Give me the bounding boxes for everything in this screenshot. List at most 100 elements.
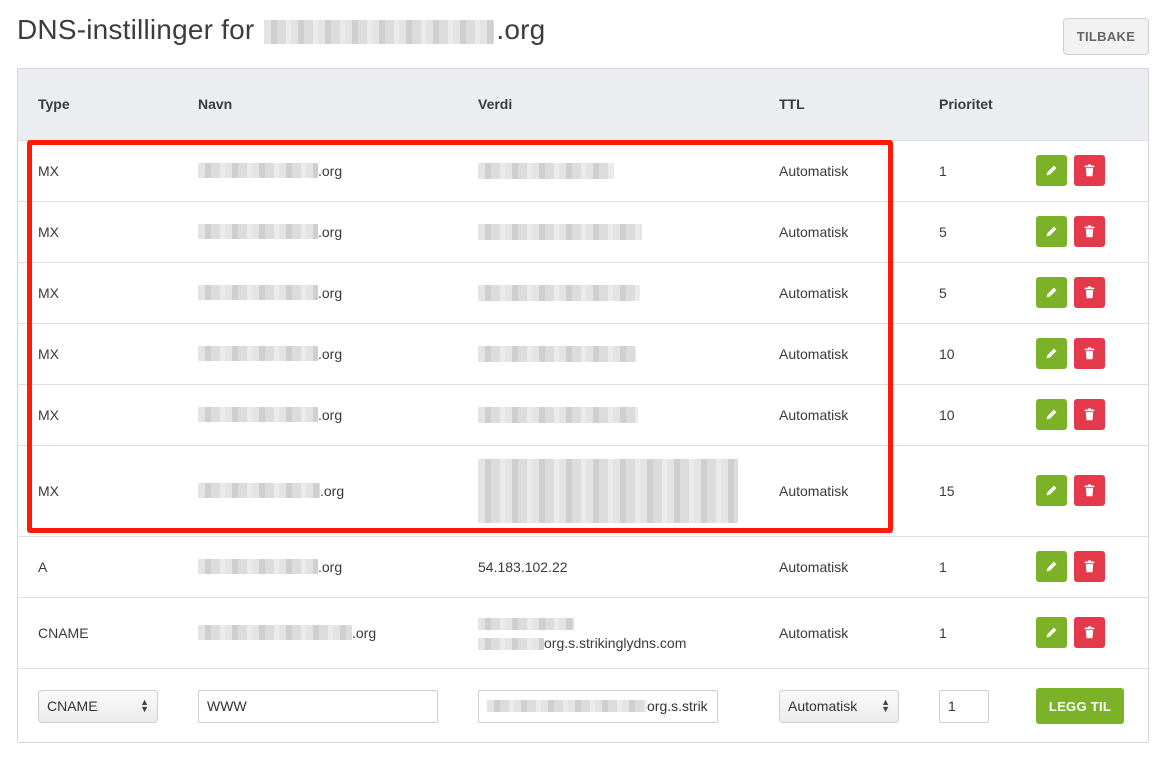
record-priority: 5: [919, 261, 1016, 323]
new-record-priority-input[interactable]: 1: [939, 689, 989, 723]
redacted-value: [478, 617, 574, 630]
record-ttl: Automatisk: [759, 444, 919, 536]
table-row: MX .org Automatisk 1: [18, 139, 1148, 201]
edit-button[interactable]: [1036, 399, 1067, 430]
redacted-value: [478, 285, 640, 302]
redacted-value: [478, 458, 738, 523]
trash-icon: [1084, 347, 1095, 360]
record-priority: 1: [919, 596, 1016, 668]
trash-icon: [1084, 626, 1095, 639]
table-row: MX .org Automatisk 10: [18, 322, 1148, 384]
delete-button[interactable]: [1074, 216, 1105, 247]
column-header-priority: Priorite­t: [939, 95, 993, 112]
record-value: org.s.strikinglydns.com: [478, 613, 759, 653]
redacted-name: [198, 224, 318, 239]
edit-button[interactable]: [1036, 551, 1067, 582]
table-row: MX .org Automatisk 15: [18, 444, 1148, 536]
page-title-suffix: .org: [496, 14, 546, 45]
column-header-ttl: TTL: [779, 96, 805, 113]
record-type: A: [18, 535, 178, 597]
redacted-name: [198, 483, 320, 498]
record-name: .org: [198, 407, 458, 423]
pencil-icon: [1046, 561, 1057, 572]
record-name: .org: [198, 625, 458, 641]
redacted-value: [478, 224, 642, 241]
redacted-value: [478, 407, 638, 424]
redacted-value: [478, 346, 636, 363]
new-record-row: CNAME ▲ ▼ WWW org.s.strik Automatisk ▲ ▼ 1: [18, 667, 1148, 742]
record-name: .org: [198, 224, 458, 240]
redacted-name: [198, 285, 318, 300]
record-type: MX: [18, 200, 178, 262]
pencil-icon: [1046, 348, 1057, 359]
edit-button[interactable]: [1036, 475, 1067, 506]
new-record-value-input[interactable]: org.s.strik: [478, 689, 718, 723]
trash-icon: [1084, 164, 1095, 177]
column-header-type: Type: [38, 96, 70, 113]
edit-button[interactable]: [1036, 617, 1067, 648]
record-priority: 10: [919, 383, 1016, 445]
redacted-name: [198, 625, 352, 640]
pencil-icon: [1046, 165, 1057, 176]
record-value: 54.183.102.22: [458, 535, 759, 597]
record-type: MX: [18, 383, 178, 445]
redacted-domain: [264, 19, 495, 44]
table-header-row: Type Navn Verdi TTL Priorite­t: [18, 69, 1148, 140]
record-priority: 15: [919, 444, 1016, 536]
trash-icon: [1084, 560, 1095, 573]
select-arrows-icon: ▲ ▼: [881, 697, 890, 715]
delete-button[interactable]: [1074, 277, 1105, 308]
dns-records-table: Type Navn Verdi TTL Priorite­t MX .org A…: [17, 68, 1149, 743]
record-type: MX: [18, 139, 178, 201]
record-ttl: Automatisk: [759, 200, 919, 262]
record-name: .org: [198, 163, 458, 179]
trash-icon: [1084, 484, 1095, 497]
record-type: MX: [18, 261, 178, 323]
delete-button[interactable]: [1074, 551, 1105, 582]
edit-button[interactable]: [1036, 338, 1067, 369]
page-title-prefix: DNS-instillinger for: [17, 14, 255, 45]
record-ttl: Automatisk: [759, 139, 919, 201]
new-record-ttl-select[interactable]: Automatisk ▲ ▼: [779, 689, 899, 723]
back-button[interactable]: TILBAKE: [1063, 18, 1149, 55]
delete-button[interactable]: [1074, 155, 1105, 186]
delete-button[interactable]: [1074, 617, 1105, 648]
edit-button[interactable]: [1036, 277, 1067, 308]
record-priority: 1: [919, 535, 1016, 597]
edit-button[interactable]: [1036, 216, 1067, 247]
redacted-value: [478, 637, 544, 650]
page-title: DNS-instillinger for .org: [17, 14, 545, 46]
column-header-value: Verdi: [478, 96, 513, 113]
record-ttl: Automatisk: [759, 596, 919, 668]
record-name: .org: [198, 346, 458, 362]
table-row: MX .org Automatisk 5: [18, 261, 1148, 323]
record-type: MX: [18, 444, 178, 536]
new-record-name-input[interactable]: WWW: [198, 689, 438, 723]
pencil-icon: [1046, 287, 1057, 298]
table-row: MX .org Automatisk 5: [18, 200, 1148, 262]
record-type: CNAME: [18, 596, 178, 668]
add-record-button[interactable]: LEGG TIL: [1036, 688, 1124, 725]
edit-button[interactable]: [1036, 155, 1067, 186]
pencil-icon: [1046, 226, 1057, 237]
record-priority: 10: [919, 322, 1016, 384]
table-row: CNAME .org org.s.strikinglydns.com Autom…: [18, 596, 1148, 668]
record-ttl: Automatisk: [759, 535, 919, 597]
delete-button[interactable]: [1074, 399, 1105, 430]
table-row: A .org 54.183.102.22 Automatisk 1: [18, 535, 1148, 597]
redacted-name: [198, 407, 318, 422]
pencil-icon: [1046, 409, 1057, 420]
delete-button[interactable]: [1074, 338, 1105, 369]
record-name: .org: [198, 285, 458, 301]
record-name: .org: [198, 559, 458, 575]
pencil-icon: [1046, 627, 1057, 638]
redacted-name: [198, 163, 318, 178]
redacted-value: [487, 700, 647, 713]
column-header-actions: [1016, 69, 1148, 140]
redacted-name: [198, 346, 318, 361]
table-row: MX .org Automatisk 10: [18, 383, 1148, 445]
record-priority: 1: [919, 139, 1016, 201]
trash-icon: [1084, 286, 1095, 299]
delete-button[interactable]: [1074, 475, 1105, 506]
new-record-type-select[interactable]: CNAME ▲ ▼: [38, 689, 158, 723]
